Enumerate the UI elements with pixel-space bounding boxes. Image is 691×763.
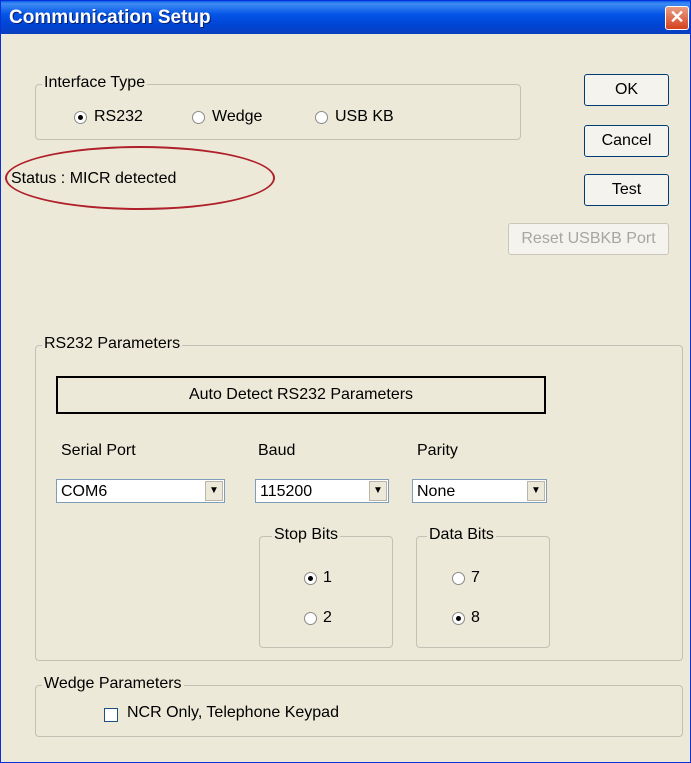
- ncr-only-label[interactable]: NCR Only, Telephone Keypad: [127, 704, 339, 722]
- radio-data-bits-7[interactable]: [452, 572, 465, 585]
- radio-wedge[interactable]: [192, 111, 205, 124]
- radio-data-bits-8-label[interactable]: 8: [471, 609, 480, 627]
- ncr-only-checkbox[interactable]: [104, 708, 118, 722]
- interface-type-legend: Interface Type: [42, 74, 148, 92]
- serial-port-value: COM6: [61, 483, 108, 500]
- stop-bits-legend: Stop Bits: [272, 526, 341, 544]
- radio-stop-bits-2-label[interactable]: 2: [323, 609, 332, 627]
- chevron-down-icon[interactable]: ▼: [205, 481, 223, 501]
- radio-data-bits-7-label[interactable]: 7: [471, 569, 480, 587]
- stop-bits-group: Stop Bits: [259, 526, 393, 648]
- parity-select[interactable]: None ▼: [412, 479, 547, 503]
- serial-port-select[interactable]: COM6 ▼: [56, 479, 225, 503]
- cancel-button[interactable]: Cancel: [584, 125, 669, 157]
- rs232-parameters-legend: RS232 Parameters: [42, 335, 183, 353]
- serial-port-label: Serial Port: [61, 442, 136, 459]
- chevron-down-icon[interactable]: ▼: [369, 481, 387, 501]
- radio-data-bits-8[interactable]: [452, 612, 465, 625]
- radio-rs232[interactable]: [74, 111, 87, 124]
- radio-usbkb-label[interactable]: USB KB: [335, 108, 394, 126]
- status-highlight-ellipse: [5, 146, 275, 210]
- chevron-down-icon[interactable]: ▼: [527, 481, 545, 501]
- radio-stop-bits-1[interactable]: [304, 572, 317, 585]
- radio-stop-bits-2[interactable]: [304, 612, 317, 625]
- ok-button[interactable]: OK: [584, 74, 669, 106]
- baud-select[interactable]: 115200 ▼: [255, 479, 389, 503]
- title-bar[interactable]: Communication Setup ✕: [1, 1, 690, 34]
- auto-detect-rs232-button[interactable]: Auto Detect RS232 Parameters: [56, 376, 546, 414]
- parity-label: Parity: [417, 442, 458, 459]
- baud-value: 115200: [260, 483, 313, 500]
- radio-wedge-label[interactable]: Wedge: [212, 108, 262, 126]
- reset-usbkb-port-button[interactable]: Reset USBKB Port: [508, 223, 669, 255]
- communication-setup-dialog: Communication Setup ✕ Interface Type RS2…: [0, 0, 691, 763]
- window-title: Communication Setup: [9, 7, 211, 28]
- radio-stop-bits-1-label[interactable]: 1: [323, 569, 332, 587]
- parity-value: None: [417, 483, 456, 500]
- data-bits-legend: Data Bits: [427, 526, 496, 544]
- radio-usbkb[interactable]: [315, 111, 328, 124]
- baud-label: Baud: [258, 442, 296, 459]
- data-bits-group: Data Bits: [416, 526, 550, 648]
- close-icon[interactable]: ✕: [665, 6, 689, 30]
- test-button[interactable]: Test: [584, 174, 669, 206]
- radio-rs232-label[interactable]: RS232: [94, 108, 143, 126]
- wedge-parameters-legend: Wedge Parameters: [42, 675, 184, 693]
